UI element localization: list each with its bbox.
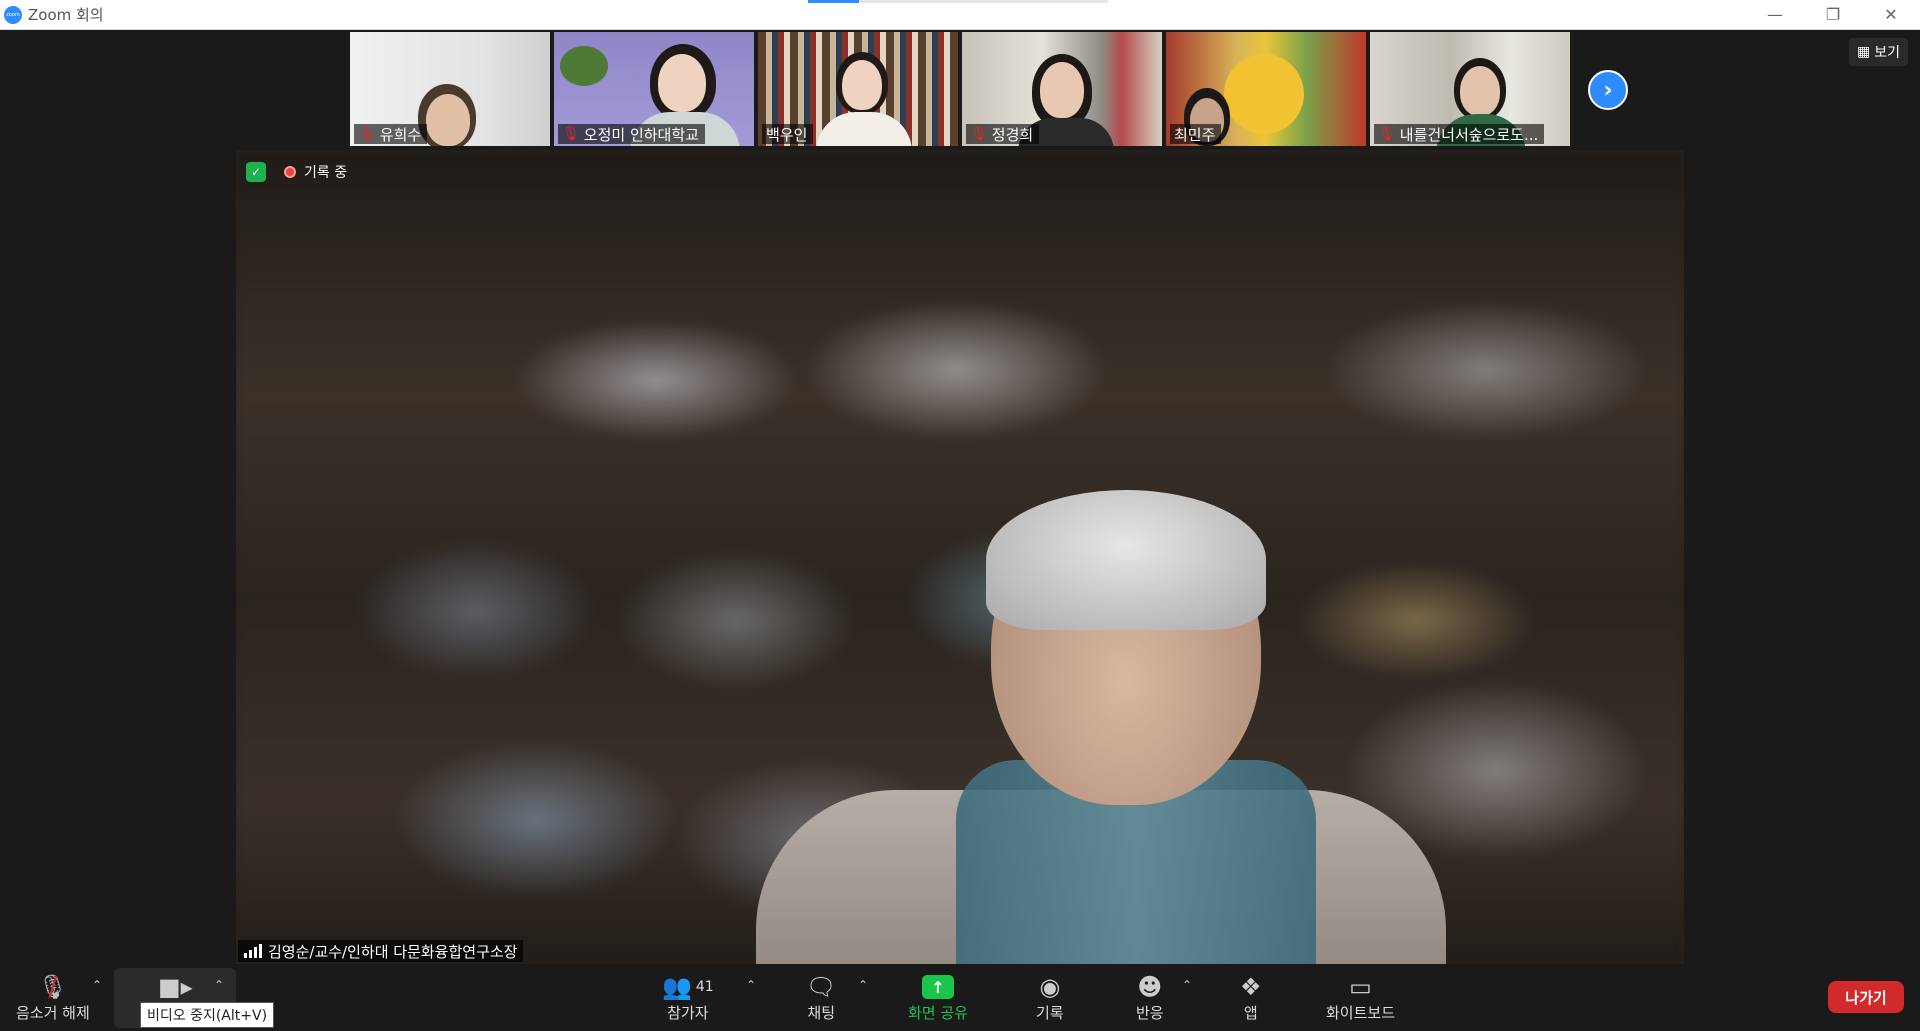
mic-off-icon: 🎙 ∕ (37, 972, 69, 1002)
window-title: Zoom 회의 (28, 6, 104, 24)
window-titlebar: zoom Zoom 회의 — ❐ ✕ (0, 0, 1920, 30)
chat-button[interactable]: 🗨 채팅 (806, 972, 836, 1023)
participant-thumbnail[interactable]: 🎙 오정미 인하대학교 (554, 32, 754, 146)
mic-muted-icon: 🎙 (358, 126, 376, 142)
speaker-name: 김영순/교수/인하대 다문화융합연구소장 (268, 942, 518, 961)
participants-count: 41 (695, 979, 714, 995)
participant-thumbnail[interactable]: 🎙 정경희 (962, 32, 1162, 146)
participant-name: 최민주 (1174, 125, 1216, 144)
video-camera-icon: ■▸ (158, 973, 193, 1001)
participants-options-caret-icon[interactable]: ⌃ (746, 978, 756, 992)
participant-strip: 🎙 유희수 🎙 오정미 인하대학교 백우인 🎙 정경희 최민주 🎙 내를건너서숲으로도.… (350, 32, 1570, 146)
apps-icon: ❖ (1240, 973, 1262, 1001)
signal-strength-icon (244, 944, 262, 958)
speaker-name-label: 김영순/교수/인하대 다문화융합연구소장 (238, 940, 524, 962)
chat-options-caret-icon[interactable]: ⌃ (858, 978, 868, 992)
participants-button[interactable]: 👥 41 참가자 (662, 972, 714, 1023)
view-button[interactable]: ▦ 보기 (1849, 38, 1908, 66)
whiteboard-icon: ▭ (1349, 973, 1372, 1001)
apps-label: 앱 (1243, 1004, 1258, 1022)
participant-label: 🎙 오정미 인하대학교 (558, 124, 705, 144)
record-button[interactable]: ◉ 기록 (1036, 972, 1064, 1023)
speaker-hair (986, 490, 1266, 630)
mic-muted-icon: 🎙 (562, 126, 580, 142)
video-options-caret-icon[interactable]: ⌃ (214, 978, 224, 992)
unmute-button[interactable]: 🎙 ∕ 음소거 해제 (16, 972, 90, 1023)
share-label: 화면 공유 (908, 1004, 968, 1022)
window-controls: — ❐ ✕ (1746, 0, 1920, 29)
next-page-button[interactable]: › (1588, 70, 1628, 110)
chat-bubble-icon: 🗨 (806, 973, 837, 1001)
participants-icon: 👥 41 (662, 973, 714, 1001)
leave-meeting-button[interactable]: 나가기 (1828, 981, 1904, 1013)
chevron-right-icon: › (1603, 77, 1613, 103)
participant-label: 🎙 정경희 (966, 124, 1040, 144)
zoom-logo-icon: zoom (4, 5, 22, 24)
participant-label: 최민주 (1170, 124, 1222, 144)
minimize-icon[interactable]: — (1746, 0, 1804, 29)
chat-label: 채팅 (807, 1004, 836, 1022)
reactions-label: 반응 (1136, 1004, 1164, 1022)
participant-name: 정경희 (991, 125, 1034, 144)
participant-thumbnail[interactable]: 백우인 (758, 32, 958, 146)
recording-indicator[interactable]: 기록 중 (284, 162, 347, 182)
view-button-label: 보기 (1874, 45, 1900, 61)
reactions-options-caret-icon[interactable]: ⌃ (1182, 978, 1192, 992)
main-speaker-video[interactable]: ✓ 기록 중 김영순/교수/인하대 다문화융합연구소장 (236, 150, 1684, 964)
record-label: 기록 (1036, 1004, 1064, 1022)
whiteboard-label: 화이트보드 (1326, 1004, 1396, 1022)
participant-label: 🎙 내를건너서숲으로도... (1374, 124, 1545, 144)
recording-dot-icon (284, 166, 296, 178)
meeting-toolbar: 🎙 ∕ 음소거 해제 ⌃ ■▸ ⌃ 👥 41 참가자 ⌃ 🗨 채팅 ⌃ ↑ 화면 공… (0, 966, 1920, 1031)
record-icon: ◉ (1039, 973, 1061, 1001)
mic-muted-icon: 🎙 (970, 126, 988, 142)
apps-button[interactable]: ❖ 앱 (1240, 972, 1262, 1023)
share-arrow-icon: ↑ (921, 975, 954, 999)
recording-label: 기록 중 (304, 165, 348, 181)
participant-name: 오정미 인하대학교 (583, 125, 699, 144)
meeting-status: ✓ 기록 중 (246, 162, 347, 182)
participant-thumbnail[interactable]: 최민주 (1166, 32, 1366, 146)
top-progress-bar (808, 0, 1108, 3)
share-screen-button[interactable]: ↑ 화면 공유 (908, 972, 968, 1023)
mic-muted-icon: 🎙 (1378, 126, 1396, 142)
stop-video-tooltip: 비디오 중지(Alt+V) (140, 1002, 275, 1028)
progress-fill (808, 0, 859, 3)
grid-view-icon: ▦ (1857, 44, 1871, 60)
stop-video-button[interactable]: ■▸ (158, 972, 193, 1002)
participant-label: 백우인 (762, 124, 814, 144)
audio-options-caret-icon[interactable]: ⌃ (92, 978, 102, 992)
reaction-smiley-icon: ☻ (1137, 973, 1163, 1001)
participant-thumbnail[interactable]: 🎙 내를건너서숲으로도... (1370, 32, 1570, 146)
participant-name: 유희수 (379, 125, 422, 144)
unmute-label: 음소거 해제 (16, 1004, 90, 1022)
participant-label: 🎙 유희수 (354, 124, 428, 144)
reactions-button[interactable]: ☻ 반응 (1136, 972, 1164, 1023)
restore-icon[interactable]: ❐ (1804, 0, 1862, 29)
participant-thumbnail[interactable]: 🎙 유희수 (350, 32, 550, 146)
whiteboard-button[interactable]: ▭ 화이트보드 (1326, 972, 1395, 1023)
close-icon[interactable]: ✕ (1862, 0, 1920, 29)
participant-name: 내를건너서숲으로도... (1399, 125, 1539, 144)
participant-name: 백우인 (766, 125, 808, 144)
security-shield-icon[interactable]: ✓ (246, 162, 266, 182)
participants-label: 참가자 (667, 1004, 709, 1022)
